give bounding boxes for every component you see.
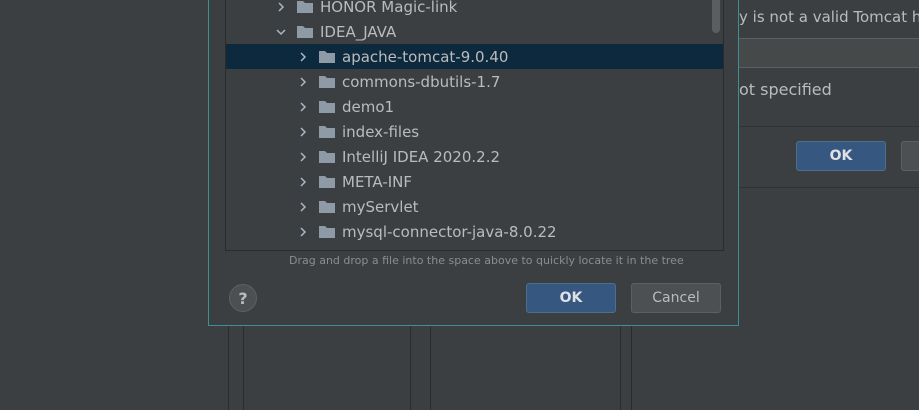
chevron-right-icon[interactable] (296, 175, 310, 189)
background-divider (228, 324, 229, 410)
tree-row-label: apache-tomcat-9.0.40 (342, 47, 509, 66)
chevron-right-icon[interactable] (296, 50, 310, 64)
folder-icon (318, 125, 336, 139)
folder-icon (318, 50, 336, 64)
chevron-right-icon[interactable] (274, 0, 288, 14)
chevron-right-icon[interactable] (296, 75, 310, 89)
tomcat-home-field[interactable] (739, 38, 919, 68)
background-divider (620, 324, 621, 410)
folder-icon (318, 150, 336, 164)
tree-row-label: IDEA_JAVA (320, 22, 397, 41)
tree-row-label: myServlet (342, 197, 419, 216)
ok-button[interactable]: OK (526, 283, 616, 313)
tree-row[interactable]: commons-dbutils-1.7 (226, 69, 723, 94)
help-button[interactable]: ? (229, 284, 257, 312)
tree-row-label: HONOR Magic-link (320, 0, 458, 16)
tree-row[interactable]: apache-tomcat-9.0.40 (226, 44, 723, 69)
chevron-right-icon[interactable] (296, 100, 310, 114)
folder-icon (318, 175, 336, 189)
tree-row-label: mysql-connector-java-8.0.22 (342, 222, 557, 241)
background-cancel-button[interactable] (901, 141, 919, 171)
tree-row[interactable]: myServlet (226, 194, 723, 219)
tree-scrollbar[interactable] (709, 0, 723, 250)
folder-icon (318, 225, 336, 239)
file-chooser-dialog: mysql-connector-java-8.0.22 myServlet META… (208, 0, 739, 326)
chevron-down-icon[interactable] (274, 25, 288, 39)
tree-row-label: commons-dbutils-1.7 (342, 72, 501, 91)
directory-tree[interactable]: mysql-connector-java-8.0.22 myServlet META… (225, 0, 724, 251)
tree-row-label: demo1 (342, 97, 395, 116)
folder-icon (318, 200, 336, 214)
cancel-button[interactable]: Cancel (631, 283, 721, 313)
tree-row[interactable]: HONOR Magic-link (226, 0, 723, 19)
folder-icon (318, 75, 336, 89)
tree-row[interactable]: index-files (226, 119, 723, 144)
chevron-right-icon[interactable] (296, 225, 310, 239)
tree-row[interactable]: mysql-connector-java-8.0.22 (226, 219, 723, 244)
tree-row[interactable]: IDEA_JAVA (226, 19, 723, 44)
tree-scrollbar-thumb[interactable] (712, 0, 720, 33)
tree-row-label: META-INF (342, 172, 413, 191)
help-icon: ? (238, 288, 248, 308)
background-divider (243, 324, 244, 410)
tree-row[interactable]: IntelliJ IDEA 2020.2.2 (226, 144, 723, 169)
tree-row-label: IntelliJ IDEA 2020.2.2 (342, 147, 501, 166)
tree-row-label: index-files (342, 122, 420, 141)
tomcat-home-error-text: y is not a valid Tomcat ho (739, 8, 919, 26)
chevron-right-icon[interactable] (296, 200, 310, 214)
folder-icon (296, 0, 314, 14)
chevron-right-icon[interactable] (296, 125, 310, 139)
background-separator (739, 126, 919, 127)
tree-row[interactable]: META-INF (226, 169, 723, 194)
background-ok-button[interactable]: OK (796, 141, 886, 171)
chevron-right-icon[interactable] (296, 150, 310, 164)
tree-row[interactable]: demo1 (226, 94, 723, 119)
background-divider (410, 324, 411, 410)
background-divider (430, 324, 431, 410)
not-specified-text: ot specified (739, 80, 832, 99)
folder-icon (296, 25, 314, 39)
drag-drop-hint: Drag and drop a file into the space abov… (289, 254, 684, 267)
folder-icon (318, 100, 336, 114)
